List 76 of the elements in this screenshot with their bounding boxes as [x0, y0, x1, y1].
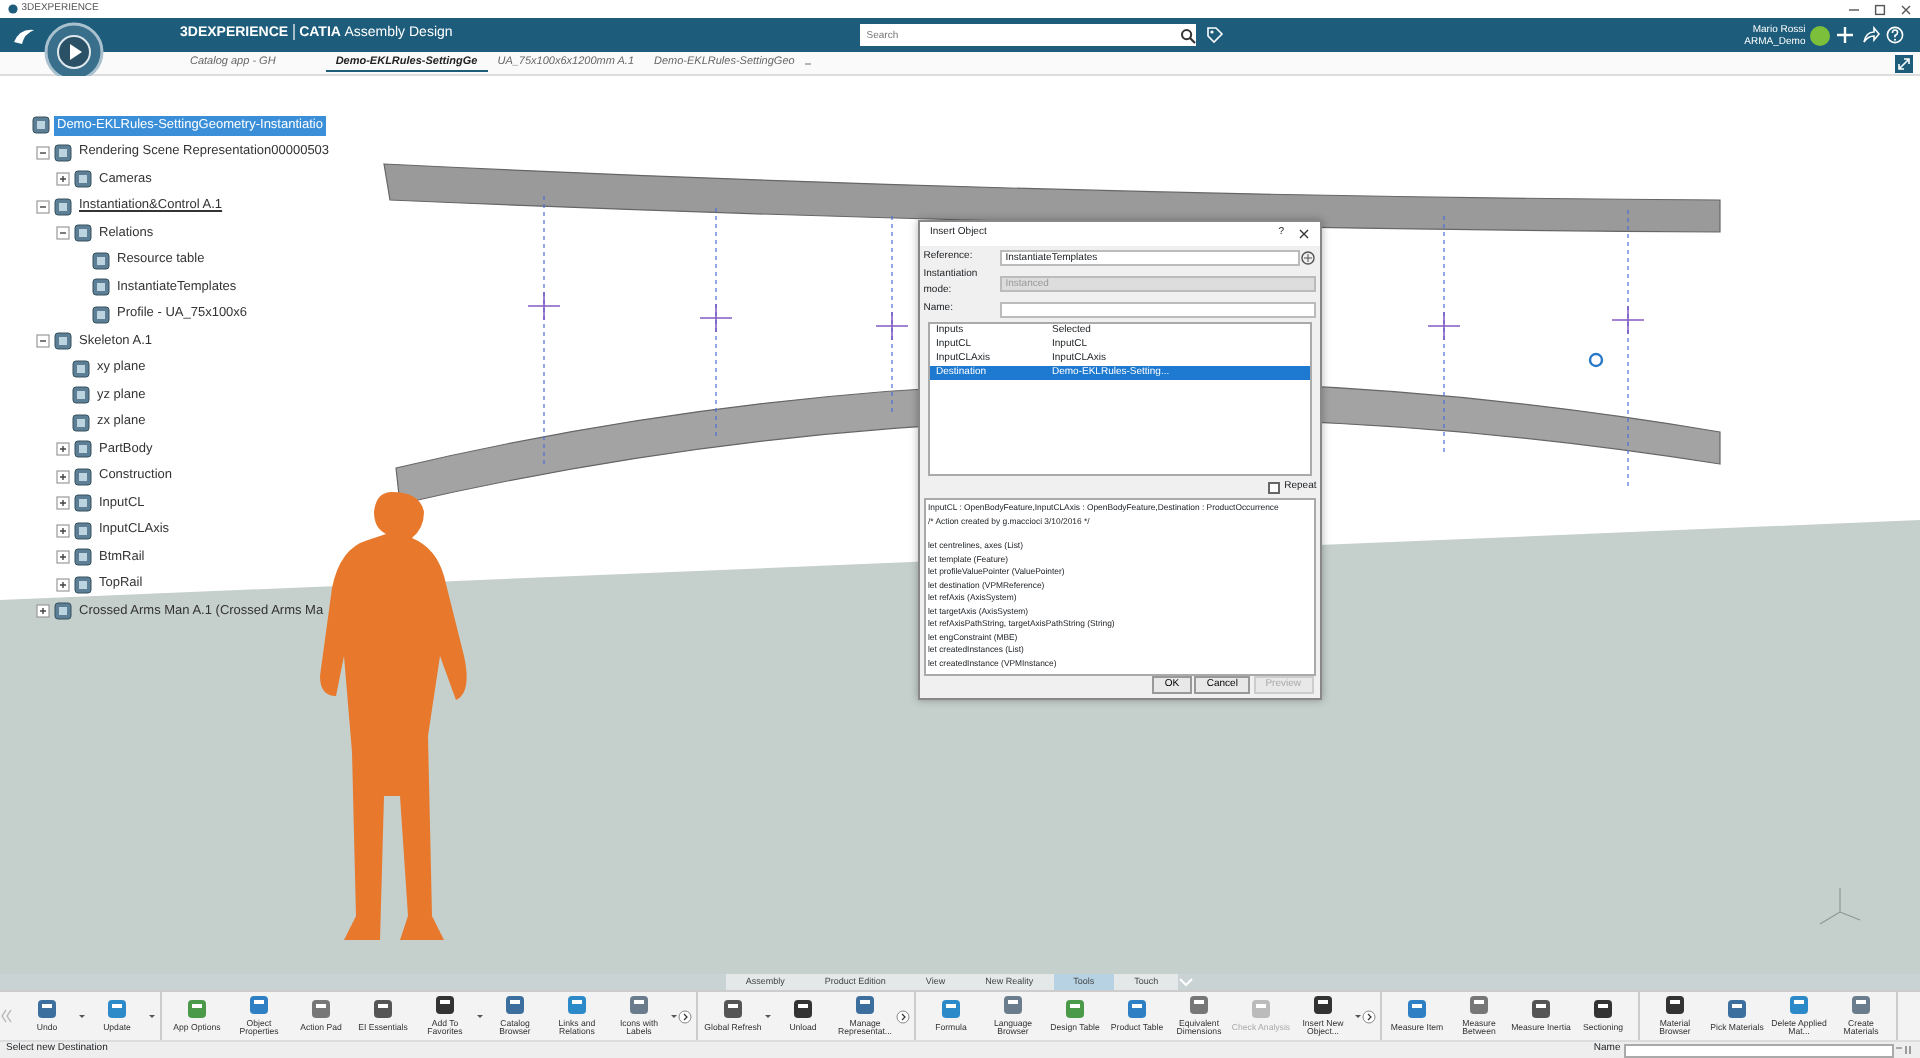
expand-toggle[interactable] — [36, 199, 50, 214]
expand-toggle[interactable] — [56, 496, 70, 511]
brand-logo-icon — [12, 26, 36, 46]
tool-icon — [940, 998, 962, 1021]
expand-toggle[interactable] — [56, 550, 70, 565]
tree-node-icon — [53, 332, 72, 351]
select-icon[interactable] — [1300, 249, 1317, 266]
tree-node-icon — [73, 548, 92, 567]
more-icon[interactable] — [896, 1009, 910, 1023]
tool-icon — [1126, 998, 1148, 1021]
axis-triad-icon — [1819, 887, 1861, 925]
expand-toggle[interactable] — [36, 604, 50, 619]
tool-icon — [36, 998, 58, 1021]
code-area[interactable] — [924, 498, 1316, 677]
input-field[interactable] — [999, 302, 1317, 319]
caret-icon[interactable] — [476, 1012, 484, 1020]
expand-toggle[interactable] — [36, 145, 50, 160]
expand-toggle[interactable] — [56, 442, 70, 457]
checkbox[interactable] — [1268, 481, 1281, 494]
tree-node-icon — [91, 278, 110, 297]
plus-icon[interactable] — [1836, 26, 1854, 44]
avatar[interactable] — [1809, 25, 1829, 45]
tree-node-icon — [71, 359, 90, 378]
share-icon[interactable] — [1861, 26, 1879, 44]
search-icon[interactable] — [1180, 27, 1197, 43]
expand-toggle[interactable] — [56, 226, 70, 241]
app-icon — [8, 4, 18, 14]
maximize-icon[interactable] — [1874, 3, 1886, 15]
tree-node-icon — [71, 413, 90, 432]
caret-icon[interactable] — [670, 1012, 678, 1020]
tree-node-icon — [73, 575, 92, 594]
expand-toggle[interactable] — [56, 523, 70, 538]
caret-icon[interactable] — [78, 1012, 86, 1020]
tool-icon — [792, 998, 814, 1021]
more-icon[interactable] — [1362, 1009, 1376, 1023]
tree-node-icon — [91, 305, 110, 324]
tool-icon — [186, 998, 208, 1021]
expand-icon[interactable] — [1893, 53, 1913, 73]
tool-icon — [106, 998, 128, 1021]
tree-node-icon — [73, 440, 92, 459]
tree-node-icon — [53, 197, 72, 216]
tool-icon — [1726, 998, 1748, 1021]
expand-toggle[interactable] — [56, 469, 70, 484]
tool-icon — [372, 998, 394, 1021]
tool-icon — [1064, 998, 1086, 1021]
caret-icon[interactable] — [1354, 1012, 1362, 1020]
caret-icon[interactable] — [764, 1012, 772, 1020]
tool-icon — [1592, 998, 1614, 1021]
tool-icon — [1250, 998, 1272, 1021]
tool-icon — [310, 998, 332, 1021]
close-icon[interactable] — [1900, 3, 1912, 15]
tree-node-icon — [71, 386, 90, 405]
tree-node-icon — [53, 602, 72, 621]
tree-node-icon — [73, 170, 92, 189]
expand-toggle[interactable] — [56, 577, 70, 592]
close-icon[interactable] — [1298, 227, 1310, 240]
separator-icon — [291, 24, 296, 41]
tool-icon — [1530, 998, 1552, 1021]
tree-node-icon — [53, 143, 72, 162]
expand-toggle[interactable] — [56, 172, 70, 187]
tree-node-icon — [31, 116, 50, 135]
tree-node-icon — [91, 251, 110, 270]
tag-icon[interactable] — [1206, 26, 1225, 44]
tree-node-icon — [73, 494, 92, 513]
more-icon[interactable] — [678, 1009, 692, 1023]
tool-icon — [722, 998, 744, 1021]
help-icon[interactable] — [1886, 26, 1904, 44]
caret-icon[interactable] — [148, 1012, 156, 1020]
name-field[interactable] — [1624, 1043, 1894, 1057]
tool-icon — [1406, 998, 1428, 1021]
tree-node-icon — [73, 521, 92, 540]
tree-node-icon — [73, 224, 92, 243]
tree-node-icon — [73, 467, 92, 486]
target-point — [1588, 352, 1604, 368]
expand-toggle[interactable] — [36, 334, 50, 349]
minimize-icon[interactable] — [1848, 3, 1860, 15]
